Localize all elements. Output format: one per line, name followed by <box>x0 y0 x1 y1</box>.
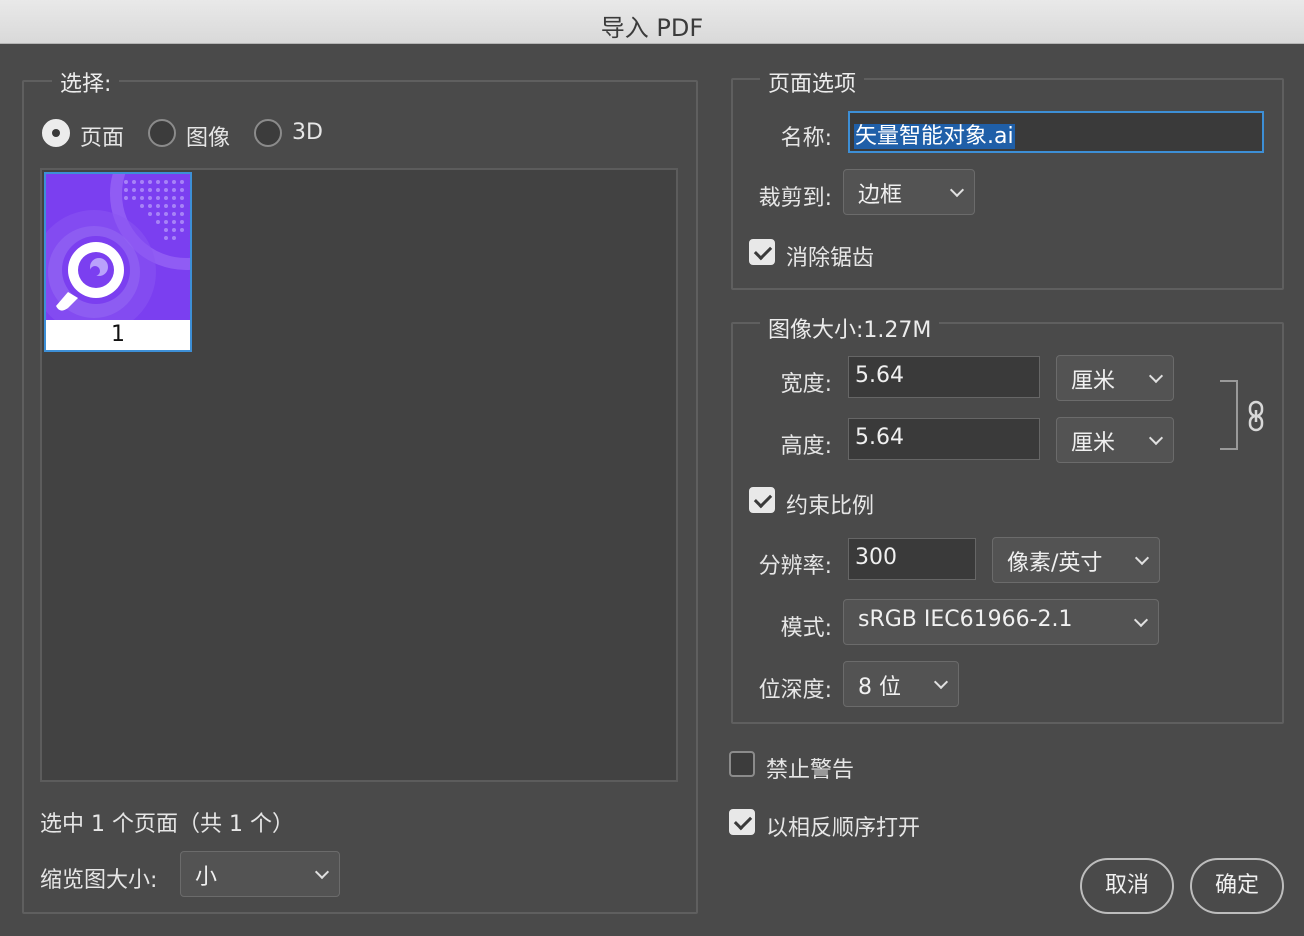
width-field[interactable]: 5.64 <box>848 356 1040 398</box>
crop-label: 裁剪到: <box>758 186 832 211</box>
link-bracket <box>1220 380 1238 450</box>
select-group-legend: 选择: <box>52 66 120 98</box>
width-label: 宽度: <box>780 372 832 397</box>
resolution-unit-value: 像素/英寸 <box>1007 551 1103 576</box>
radio-3d[interactable] <box>254 119 282 147</box>
reverse-order-label[interactable]: 以相反顺序打开 <box>766 810 920 842</box>
height-label: 高度: <box>780 434 832 459</box>
chevron-down-icon <box>1148 430 1164 446</box>
chevron-down-icon <box>1133 612 1149 628</box>
radio-image-label[interactable]: 图像 <box>186 120 230 152</box>
chevron-down-icon <box>314 864 330 880</box>
width-unit-value: 厘米 <box>1071 369 1116 394</box>
crop-select[interactable]: 边框 <box>843 169 975 215</box>
mode-label: 模式: <box>780 616 832 641</box>
height-unit-select[interactable]: 厘米 <box>1056 417 1174 463</box>
chevron-down-icon <box>1134 550 1150 566</box>
suppress-warnings-label[interactable]: 禁止警告 <box>766 752 854 784</box>
mode-value: sRGB IEC61966-2.1 <box>858 607 1073 632</box>
radio-page-label[interactable]: 页面 <box>80 120 124 152</box>
height-value: 5.64 <box>855 425 904 450</box>
radio-page[interactable] <box>42 119 70 147</box>
thumb-size-label: 缩览图大小: <box>40 868 158 893</box>
suppress-warnings-checkbox[interactable] <box>729 751 755 777</box>
height-field[interactable]: 5.64 <box>848 418 1040 460</box>
name-label: 名称: <box>780 126 832 151</box>
thumb-size-select[interactable]: 小 <box>180 851 340 897</box>
selection-status: 选中 1 个页面（共 1 个） <box>40 812 294 837</box>
chevron-down-icon <box>949 182 965 198</box>
bit-depth-select[interactable]: 8 位 <box>843 661 959 707</box>
window-title: 导入 PDF <box>600 14 704 42</box>
page-thumbnail[interactable]: 1 <box>44 172 192 352</box>
mode-select[interactable]: sRGB IEC61966-2.1 <box>843 599 1159 645</box>
bit-depth-value: 8 位 <box>858 675 901 700</box>
page-options-legend: 页面选项 <box>760 66 865 98</box>
radio-image[interactable] <box>148 119 176 147</box>
cancel-button[interactable]: 取消 <box>1080 858 1174 914</box>
width-unit-select[interactable]: 厘米 <box>1056 355 1174 401</box>
crop-value: 边框 <box>858 183 903 208</box>
reverse-order-checkbox[interactable] <box>729 809 755 835</box>
thumbnail-page-number: 1 <box>111 322 125 347</box>
antialias-label[interactable]: 消除锯齿 <box>786 240 874 272</box>
resolution-field[interactable]: 300 <box>848 538 976 580</box>
width-value: 5.64 <box>855 363 904 388</box>
name-field[interactable]: 矢量智能对象.ai <box>848 111 1264 153</box>
resolution-unit-select[interactable]: 像素/英寸 <box>992 537 1160 583</box>
thumb-size-value: 小 <box>195 865 218 890</box>
name-value: 矢量智能对象.ai <box>854 124 1015 149</box>
resolution-label: 分辨率: <box>758 554 832 579</box>
height-unit-value: 厘米 <box>1071 431 1116 456</box>
magnifier-eye-icon <box>46 174 190 320</box>
chain-link-icon[interactable] <box>1246 400 1266 432</box>
chevron-down-icon <box>933 674 949 690</box>
radio-3d-label[interactable]: 3D <box>292 120 323 145</box>
constrain-proportions-checkbox[interactable] <box>749 487 775 513</box>
title-bar: 导入 PDF <box>0 0 1304 44</box>
ok-button[interactable]: 确定 <box>1190 858 1284 914</box>
bit-depth-label: 位深度: <box>758 678 832 703</box>
antialias-checkbox[interactable] <box>749 239 775 265</box>
image-size-legend: 图像大小:1.27M <box>760 312 940 344</box>
constrain-proportions-label[interactable]: 约束比例 <box>786 488 874 520</box>
chevron-down-icon <box>1148 368 1164 384</box>
resolution-value: 300 <box>855 545 897 570</box>
